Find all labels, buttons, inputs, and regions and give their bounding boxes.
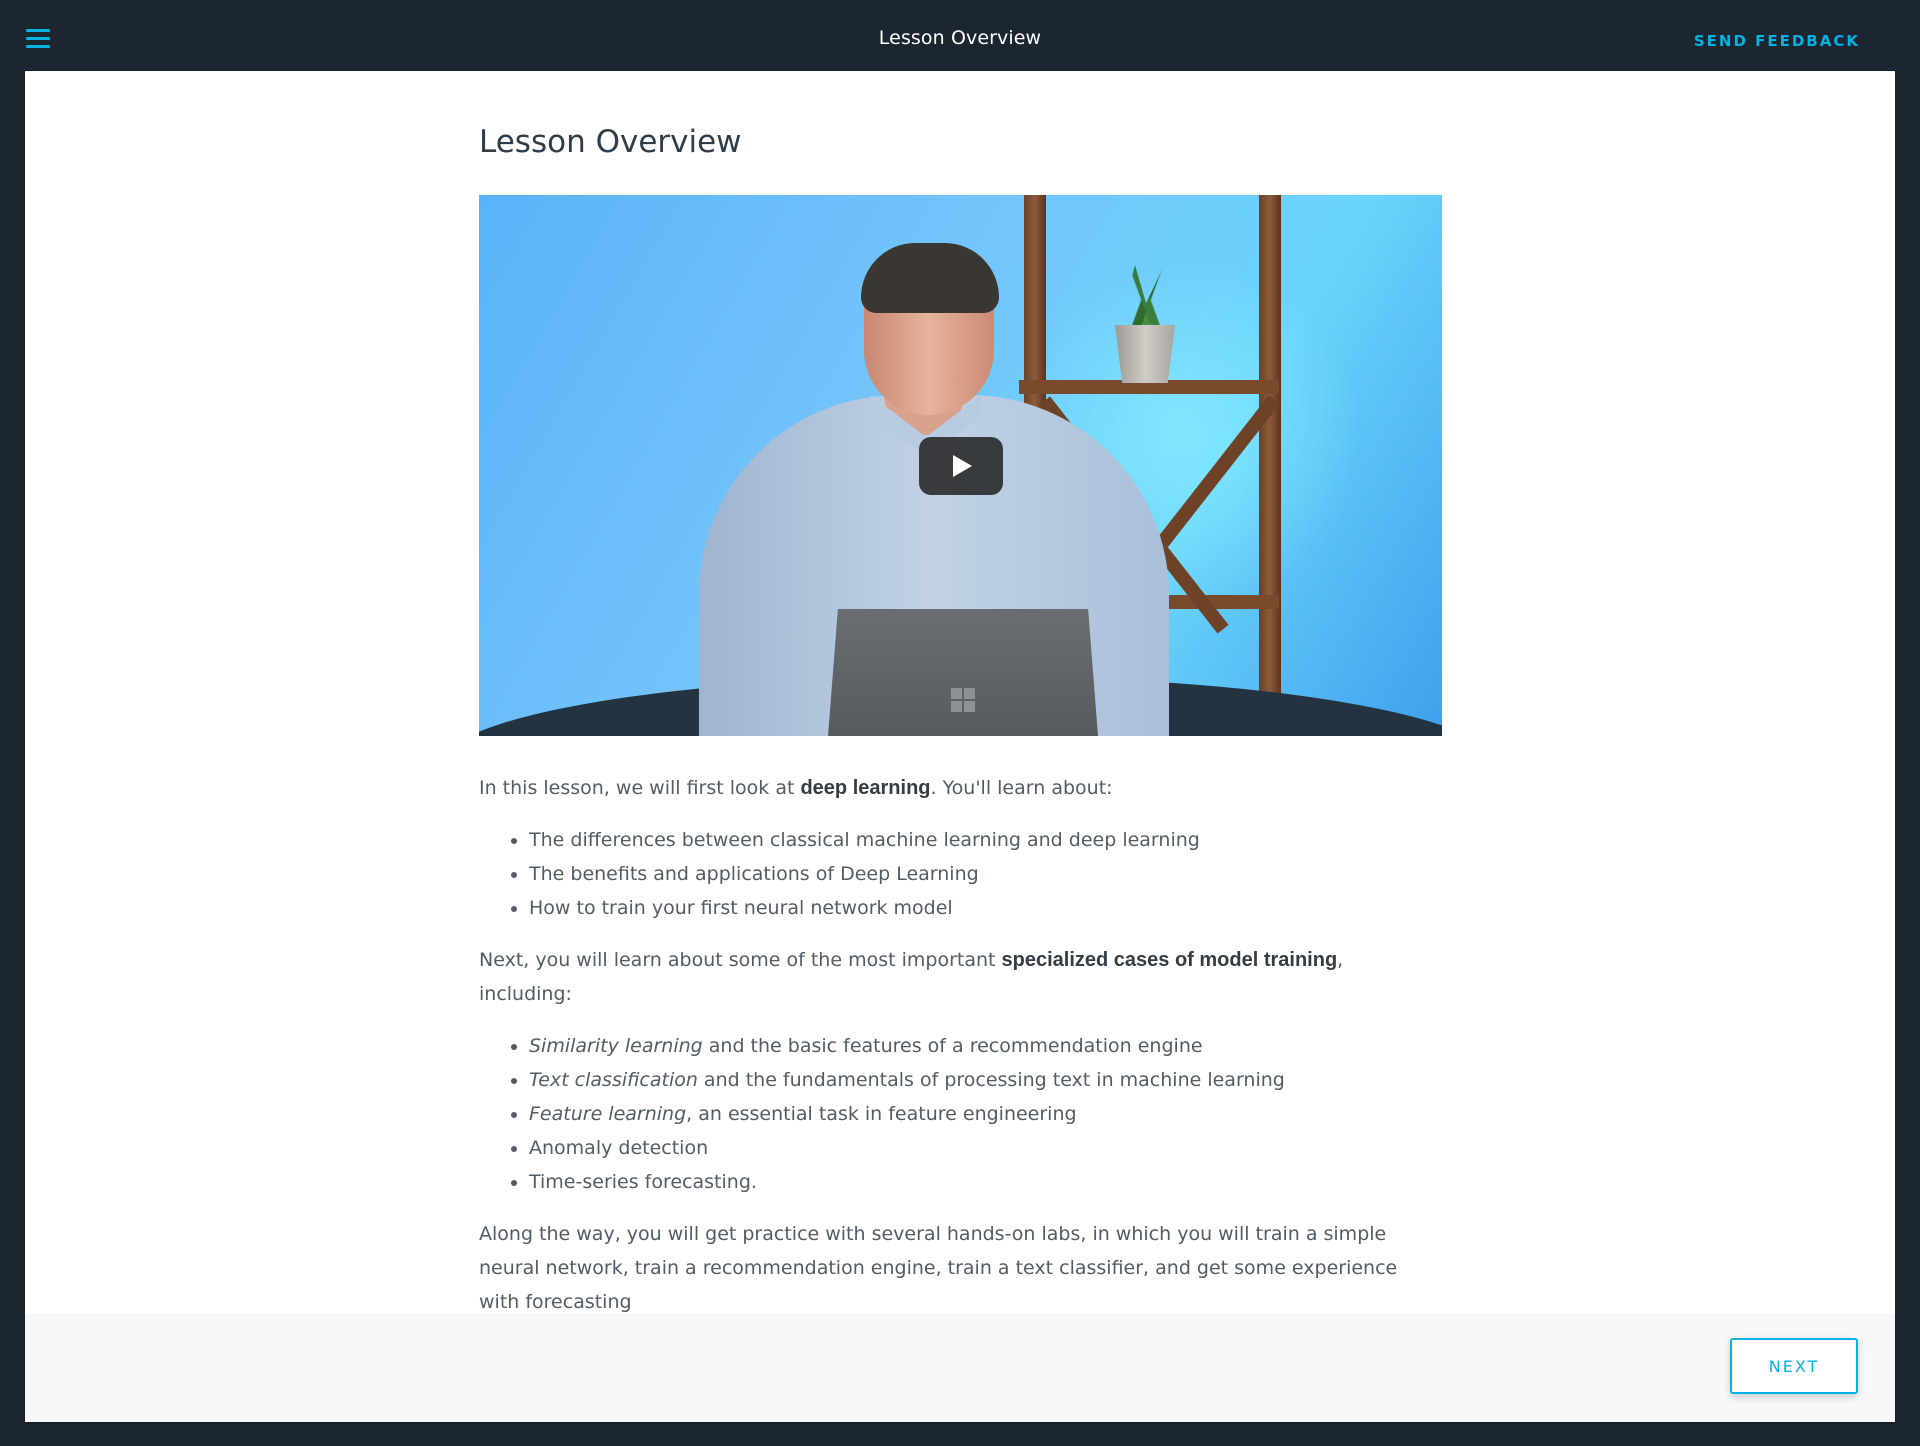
- laptop: [827, 609, 1099, 736]
- learning-list: The differences between classical machin…: [479, 823, 1442, 925]
- plant-pot: [1115, 325, 1175, 383]
- video-player[interactable]: [479, 195, 1442, 736]
- header-title: Lesson Overview: [878, 27, 1042, 49]
- top-bar: Lesson Overview SEND FEEDBACK: [0, 0, 1920, 71]
- lesson-card: Lesson Overview In this lesson, we will …: [25, 71, 1895, 1422]
- play-icon[interactable]: [919, 437, 1003, 495]
- list-item: Time-series forecasting.: [529, 1165, 1442, 1199]
- list-item: The differences between classical machin…: [529, 823, 1442, 857]
- lesson-content: Lesson Overview In this lesson, we will …: [479, 71, 1442, 1319]
- list-item: Similarity learning and the basic featur…: [529, 1029, 1442, 1063]
- topics-list: Similarity learning and the basic featur…: [479, 1029, 1442, 1199]
- list-item: Text classification and the fundamentals…: [529, 1063, 1442, 1097]
- intro-paragraph: In this lesson, we will first look at de…: [479, 777, 1113, 799]
- list-item: How to train your first neural network m…: [529, 891, 1442, 925]
- windows-logo-icon: [951, 688, 975, 712]
- list-item: Anomaly detection: [529, 1131, 1442, 1165]
- lesson-footer: NEXT: [25, 1313, 1895, 1422]
- closing-paragraph: Along the way, you will get practice wit…: [479, 1223, 1398, 1313]
- next-button[interactable]: NEXT: [1730, 1338, 1858, 1394]
- list-item: Feature learning, an essential task in f…: [529, 1097, 1442, 1131]
- list-item: The benefits and applications of Deep Le…: [529, 857, 1442, 891]
- send-feedback-link[interactable]: SEND FEEDBACK: [1694, 32, 1860, 50]
- shelf-post: [1259, 195, 1281, 736]
- page-title: Lesson Overview: [479, 124, 742, 160]
- lesson-body: In this lesson, we will first look at de…: [479, 771, 1442, 1319]
- next-paragraph: Next, you will learn about some of the m…: [479, 949, 1344, 1005]
